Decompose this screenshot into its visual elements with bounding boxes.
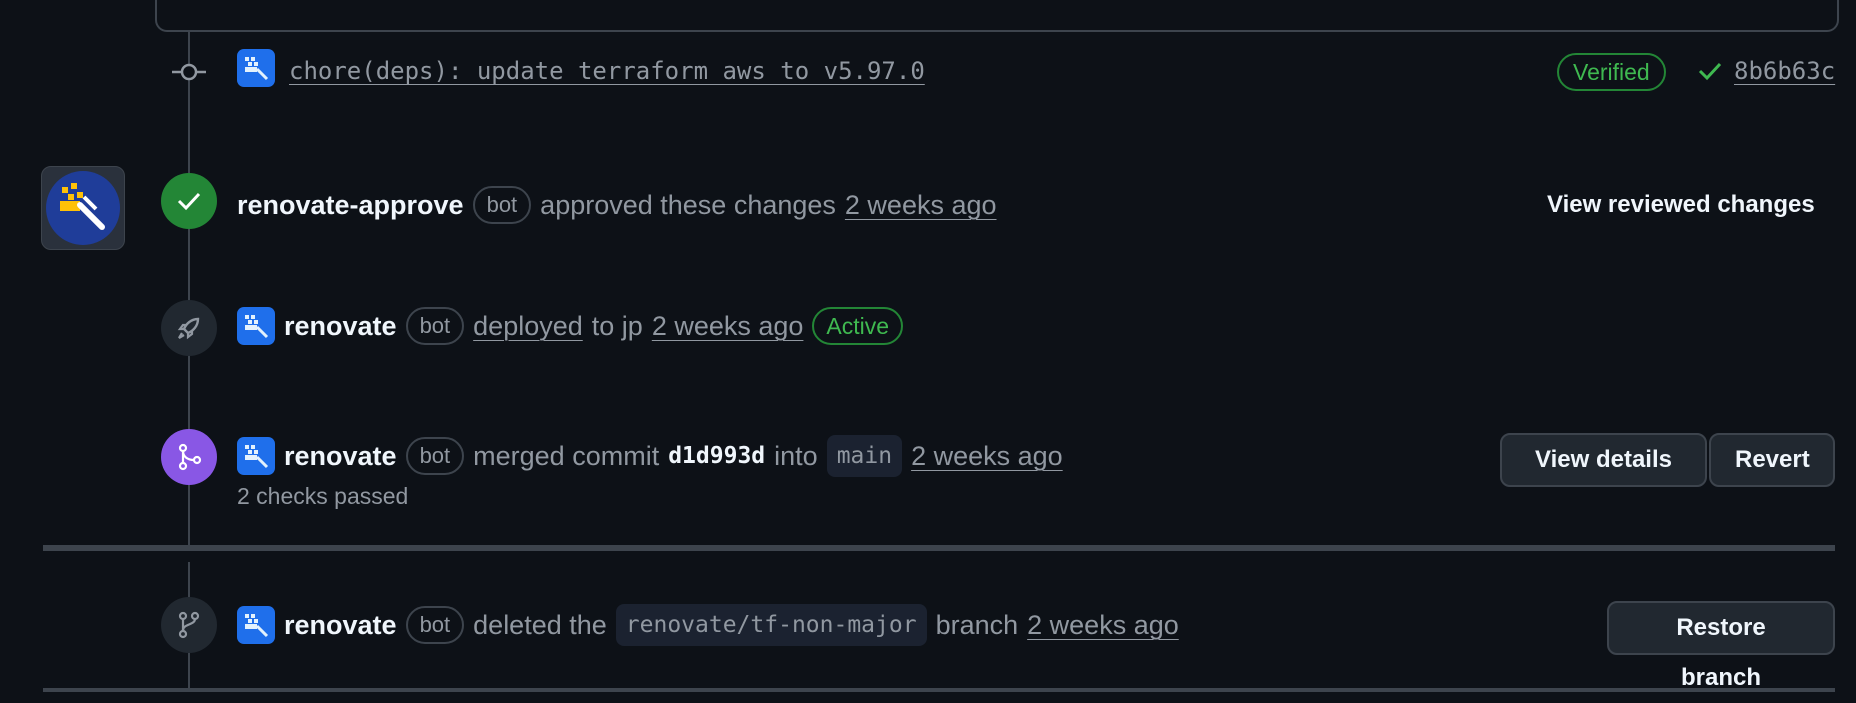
delete-time-link[interactable]: 2 weeks ago xyxy=(1027,606,1179,644)
merged-node xyxy=(161,429,217,485)
branch-deleted-node xyxy=(161,597,217,653)
deploy-node xyxy=(161,300,217,356)
check-icon xyxy=(177,192,201,211)
paint-roller-icon xyxy=(245,445,269,469)
deploy-time-link[interactable]: 2 weeks ago xyxy=(652,307,804,345)
delete-suffix-text: branch xyxy=(935,610,1019,640)
view-reviewed-changes-link[interactable]: View reviewed changes xyxy=(1547,190,1815,220)
paint-roller-icon xyxy=(245,57,269,81)
deleted-branch-name: renovate/tf-non-major xyxy=(615,604,927,646)
deployed-link[interactable]: deployed xyxy=(473,307,583,345)
renovate-avatar[interactable] xyxy=(237,606,275,644)
approved-node xyxy=(161,173,217,229)
merge-action-text: merged commit xyxy=(473,441,660,471)
timeline-divider-bottom xyxy=(43,688,1835,692)
bot-badge: bot xyxy=(405,307,465,345)
bot-badge: bot xyxy=(405,606,465,644)
active-badge: Active xyxy=(812,307,904,345)
check-icon[interactable] xyxy=(1697,60,1723,82)
merge-commit-sha-link[interactable]: d1d993d xyxy=(668,437,765,475)
git-branch-icon xyxy=(178,611,200,639)
renovate-approve-avatar[interactable] xyxy=(41,166,125,250)
deploy-target-text: to jp xyxy=(591,311,643,341)
base-branch-link[interactable]: main xyxy=(826,435,903,477)
bot-badge: bot xyxy=(472,186,532,224)
git-merge-icon xyxy=(178,443,202,471)
approve-actor-link[interactable]: renovate-approve xyxy=(237,186,464,224)
delete-actor-link[interactable]: renovate xyxy=(284,606,397,644)
paint-roller-icon xyxy=(245,614,269,638)
timeline-divider xyxy=(43,545,1835,551)
verified-badge[interactable]: Verified xyxy=(1557,53,1666,91)
merge-into-text: into xyxy=(774,441,818,471)
revert-button[interactable]: Revert xyxy=(1709,433,1835,487)
paint-roller-icon xyxy=(245,315,269,339)
previous-comment-box xyxy=(155,0,1839,32)
renovate-avatar[interactable] xyxy=(237,437,275,475)
deploy-actor-link[interactable]: renovate xyxy=(284,307,397,345)
merge-actor-link[interactable]: renovate xyxy=(284,437,397,475)
merge-time-link[interactable]: 2 weeks ago xyxy=(911,437,1063,475)
renovate-avatar[interactable] xyxy=(237,49,275,87)
bot-badge: bot xyxy=(405,437,465,475)
view-details-button[interactable]: View details xyxy=(1500,433,1707,487)
renovate-approve-logo-icon xyxy=(46,171,120,245)
checks-status-text[interactable]: 2 checks passed xyxy=(237,481,408,511)
approve-action-text: approved these changes xyxy=(540,190,836,220)
approve-time-link[interactable]: 2 weeks ago xyxy=(845,186,997,224)
delete-action-text: deleted the xyxy=(473,610,607,640)
renovate-avatar[interactable] xyxy=(237,307,275,345)
commit-node-icon xyxy=(172,63,206,81)
commit-sha-link[interactable]: 8b6b63c xyxy=(1734,54,1835,88)
commit-message-link[interactable]: chore(deps): update terraform aws to v5.… xyxy=(289,52,925,90)
rocket-icon xyxy=(177,317,200,340)
restore-branch-button[interactable]: Restore branch xyxy=(1607,601,1835,691)
